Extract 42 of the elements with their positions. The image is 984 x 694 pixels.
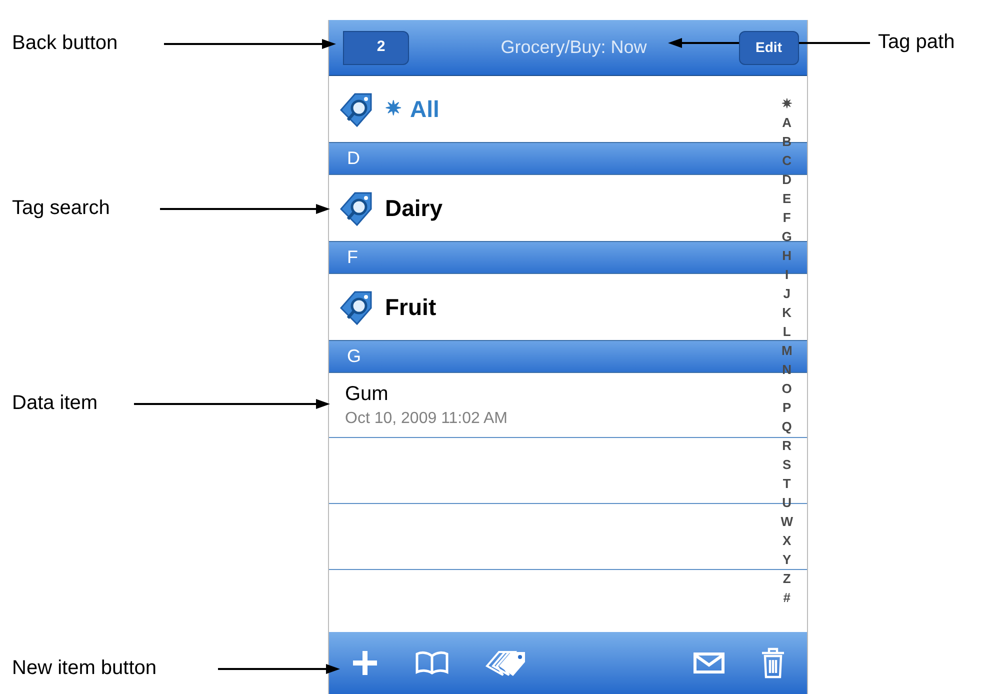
book-icon[interactable] — [415, 651, 449, 675]
index-letter[interactable]: F — [782, 208, 791, 227]
edit-button[interactable]: Edit — [738, 30, 799, 64]
index-letter[interactable]: S — [782, 455, 792, 474]
annotation-label: Back button — [12, 33, 118, 53]
all-star-icon: ✷ — [385, 94, 402, 124]
section-letter: F — [347, 246, 358, 269]
index-letter[interactable]: A — [782, 113, 792, 132]
plus-icon[interactable] — [351, 649, 379, 677]
index-letter[interactable]: ✷ — [781, 94, 792, 113]
index-letter[interactable]: X — [782, 531, 792, 550]
trash-icon[interactable] — [761, 647, 785, 679]
annotation-label: Tag search — [12, 198, 110, 218]
index-letter[interactable]: R — [782, 436, 792, 455]
section-letter: G — [347, 345, 362, 368]
annotation-label: New item button — [12, 658, 157, 678]
item-date: Oct 10, 2009 11:02 AM — [345, 408, 508, 428]
tag-label: All — [410, 94, 440, 124]
tag-label: Dairy — [385, 194, 443, 223]
mail-icon[interactable] — [693, 652, 725, 674]
index-letter[interactable]: E — [782, 189, 792, 208]
index-letter[interactable]: G — [782, 227, 792, 246]
index-letter[interactable]: W — [780, 512, 793, 531]
index-letter[interactable]: # — [783, 588, 790, 607]
tag-label: Fruit — [385, 292, 436, 322]
index-letter[interactable]: O — [782, 379, 792, 398]
index-letter[interactable]: I — [785, 265, 789, 284]
index-letter[interactable]: P — [782, 398, 792, 417]
index-letter[interactable]: Q — [782, 417, 792, 436]
section-letter: D — [347, 147, 360, 170]
index-letter[interactable]: Y — [782, 550, 792, 569]
item-title[interactable]: Gum — [345, 382, 388, 406]
annotation-label: Data item — [12, 393, 98, 413]
index-letter[interactable]: T — [782, 474, 791, 493]
back-button[interactable]: 2 — [343, 30, 409, 64]
index-letter[interactable]: L — [782, 322, 791, 341]
index-letter[interactable]: J — [783, 284, 790, 303]
index-letter[interactable]: D — [782, 170, 792, 189]
index-letter[interactable]: K — [782, 303, 792, 322]
tag-path-title: Grocery/Buy: Now — [500, 36, 647, 59]
annotation-label: Tag path — [878, 32, 955, 52]
index-letter[interactable]: Z — [782, 569, 791, 588]
